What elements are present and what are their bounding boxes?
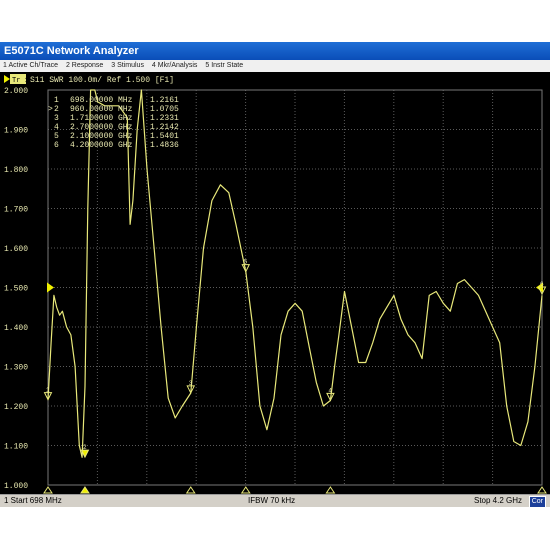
marker-table-freq: 4.2000000 GHz bbox=[70, 141, 133, 150]
marker-table-value: 1.4836 bbox=[150, 141, 179, 150]
menu-instr-state[interactable]: 5 Instr State bbox=[202, 60, 246, 72]
y-tick-label: 1.500 bbox=[4, 285, 28, 294]
window-title: E5071C Network Analyzer bbox=[4, 45, 139, 57]
marker-table-freq: 2.1000000 GHz bbox=[70, 132, 133, 141]
marker-table-value: 1.0705 bbox=[150, 105, 179, 114]
y-tick-label: 1.600 bbox=[4, 245, 28, 254]
trace-badge-label: Tr 1 bbox=[12, 77, 29, 85]
status-bar: 1 Start 698 MHz IFBW 70 kHz Stop 4.2 GHz… bbox=[0, 494, 550, 508]
y-tick-label: 1.300 bbox=[4, 364, 28, 373]
marker-table-value: 1.2142 bbox=[150, 123, 179, 132]
correction-badge[interactable]: Cor bbox=[528, 496, 546, 508]
marker-table-value: 1.2161 bbox=[150, 96, 179, 105]
menu-active-ch-trace[interactable]: 1 Active Ch/Trace bbox=[0, 60, 61, 72]
status-start: 1 Start 698 MHz bbox=[4, 496, 62, 505]
marker-table-id: 3 bbox=[54, 114, 59, 123]
status-ifbw: IFBW 70 kHz bbox=[248, 496, 296, 505]
marker-table-value: 1.5401 bbox=[150, 132, 179, 141]
marker-symbol-label: 6 bbox=[540, 281, 544, 288]
marker-symbol-label: 4 bbox=[328, 387, 332, 394]
marker-table-freq: 2.7000000 GHz bbox=[70, 123, 133, 132]
marker-symbol-label: 1 bbox=[46, 387, 50, 394]
menu-response[interactable]: 2 Response bbox=[63, 60, 106, 72]
y-tick-label: 1.400 bbox=[4, 324, 28, 333]
marker-table-freq: 960.00000 MHz bbox=[70, 105, 133, 114]
marker-table-id: 5 bbox=[54, 132, 59, 141]
marker-table-id: 2 bbox=[54, 105, 59, 114]
y-tick-label: 1.200 bbox=[4, 403, 28, 412]
marker-table-id: 6 bbox=[54, 141, 59, 150]
marker-table-value: 1.2331 bbox=[150, 114, 179, 123]
marker-symbol-label: 5 bbox=[244, 259, 248, 266]
trace-header-text: S11 SWR 100.0m/ Ref 1.500 [F1] bbox=[30, 76, 174, 85]
y-tick-label: 2.000 bbox=[4, 87, 28, 96]
marker-table-id: 4 bbox=[54, 123, 59, 132]
y-tick-label: 1.800 bbox=[4, 166, 28, 175]
menu-stimulus[interactable]: 3 Stimulus bbox=[108, 60, 147, 72]
swr-chart: Tr 1 S11 SWR 100.0m/ Ref 1.500 [F1] 2.00… bbox=[0, 72, 550, 494]
marker-symbol-label: 3 bbox=[189, 380, 193, 387]
y-tick-label: 1.000 bbox=[4, 482, 28, 491]
y-tick-label: 1.700 bbox=[4, 206, 28, 215]
status-stop: Stop 4.2 GHz bbox=[474, 496, 523, 505]
marker-table-freq: 698.00000 MHz bbox=[70, 96, 133, 105]
y-tick-label: 1.100 bbox=[4, 443, 28, 452]
window-title-bar: E5071C Network Analyzer bbox=[0, 42, 550, 60]
menu-mkr-analysis[interactable]: 4 Mkr/Analysis bbox=[149, 60, 201, 72]
marker-symbol-label: 2 bbox=[83, 444, 87, 451]
analyzer-screen: Tr 1 S11 SWR 100.0m/ Ref 1.500 [F1] 2.00… bbox=[0, 72, 550, 494]
marker-table-freq: 1.7100000 GHz bbox=[70, 114, 133, 123]
active-marker-indicator: > bbox=[48, 105, 53, 114]
y-tick-label: 1.900 bbox=[4, 127, 28, 136]
marker-table-id: 1 bbox=[54, 96, 59, 105]
